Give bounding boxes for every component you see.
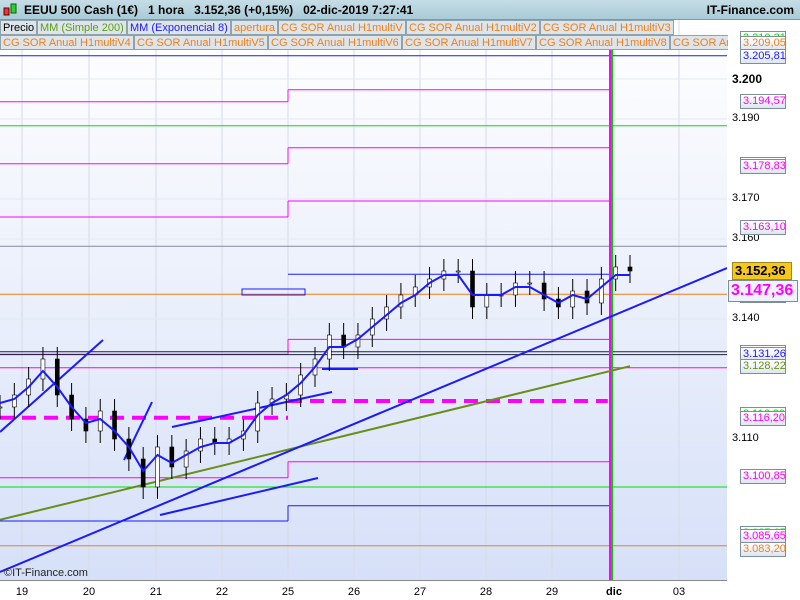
open-price-badge: 3.147,36 bbox=[728, 279, 798, 302]
price-level-badge: 3.163,10 bbox=[740, 219, 786, 235]
price-level-badge: 3.194,57 bbox=[740, 93, 786, 109]
legend-item[interactable]: CG SOR Anual H1multiV7 bbox=[402, 35, 536, 50]
indicator-legend: Precio MM (Simple 200) MM (Exponencial 8) a… bbox=[0, 20, 768, 50]
legend-item[interactable]: apertura bbox=[231, 20, 278, 35]
candle-body bbox=[513, 282, 518, 296]
legend-item[interactable]: CG SOR Anual H1multiV6 bbox=[268, 35, 402, 50]
legend-item[interactable]: Precio bbox=[0, 20, 38, 35]
legend-item[interactable]: MM (Exponencial 8) bbox=[127, 20, 231, 35]
legend-item[interactable]: CG SOR Anual H1multiV3 bbox=[540, 20, 674, 35]
date-label: 26 bbox=[347, 586, 361, 598]
time-axis[interactable]: 19 20 21 22 25 26 27 28 29 dic 03 bbox=[0, 580, 727, 600]
price-level-badge: 3.100,85 bbox=[740, 468, 786, 484]
price-level-badge: 3.178,83 bbox=[740, 158, 786, 174]
date-label: dic bbox=[606, 586, 622, 598]
candle-body bbox=[599, 278, 604, 304]
date-label: 29 bbox=[545, 586, 559, 598]
candle-body bbox=[484, 294, 490, 308]
candlestick-icon bbox=[3, 3, 17, 16]
candle-body bbox=[527, 282, 533, 285]
candle-body bbox=[470, 270, 475, 308]
last-price-badge: 3.152,36 bbox=[732, 261, 792, 280]
candle-body bbox=[198, 438, 203, 452]
date-label: 20 bbox=[82, 586, 96, 598]
plot-background bbox=[0, 20, 727, 580]
brand-label: IT-Finance.com bbox=[706, 3, 794, 17]
price-level-badge: 3.205,81 bbox=[740, 48, 786, 64]
legend-item[interactable]: CG SOR Anual H1multiV2 bbox=[406, 20, 540, 35]
date-label: 21 bbox=[149, 586, 163, 598]
candle-body bbox=[155, 446, 160, 488]
price-level-badge: 3.116,20 bbox=[740, 411, 786, 427]
price-tick-label: 3.110 bbox=[732, 432, 759, 444]
legend-item[interactable]: CG SOR Anual H1multiV5 bbox=[134, 35, 268, 50]
title-bar: EEUU 500 Cash (1€) 1 hora 3.152,36 (+0,1… bbox=[0, 0, 800, 20]
price-tick-label: 3.170 bbox=[732, 192, 760, 204]
price-tick-label: 3.190 bbox=[732, 112, 760, 124]
date-label: 03 bbox=[672, 586, 686, 598]
legend-item[interactable]: CG SOR Anual H1multiV8 bbox=[536, 35, 670, 50]
price-axis[interactable]: 3.2003.1903.1703.1603.1403.1103.210,313.… bbox=[728, 20, 800, 580]
legend-item[interactable]: MM (Simple 200) bbox=[37, 20, 127, 35]
candle-body bbox=[455, 270, 461, 273]
price-level-badge: 3.128,22 bbox=[740, 359, 786, 375]
legend-item[interactable]: CG SOR Anual H1multiV bbox=[278, 20, 406, 35]
date-label: 27 bbox=[413, 586, 427, 598]
candle-body bbox=[40, 358, 46, 380]
candle-body bbox=[140, 458, 146, 488]
date-label: 22 bbox=[215, 586, 229, 598]
chart-title: EEUU 500 Cash (1€) 1 hora 3.152,36 (+0,1… bbox=[24, 3, 414, 17]
date-label: 25 bbox=[281, 586, 295, 598]
date-label: 28 bbox=[479, 586, 493, 598]
price-tick-label: 3.200 bbox=[732, 72, 763, 86]
price-tick-label: 3.140 bbox=[732, 312, 760, 324]
candle-body bbox=[627, 266, 633, 272]
candle-body bbox=[570, 290, 576, 308]
candle-body bbox=[112, 410, 117, 440]
price-chart bbox=[0, 20, 728, 580]
legend-item[interactable]: CG SOR Anual H1multiV4 bbox=[0, 35, 134, 50]
date-label: 19 bbox=[15, 586, 29, 598]
price-level-badge: 3.083,20 bbox=[740, 542, 786, 557]
watermark: ©IT-Finance.com bbox=[4, 567, 88, 579]
candle-body bbox=[0, 406, 3, 409]
chart-plot-area[interactable] bbox=[0, 20, 728, 580]
